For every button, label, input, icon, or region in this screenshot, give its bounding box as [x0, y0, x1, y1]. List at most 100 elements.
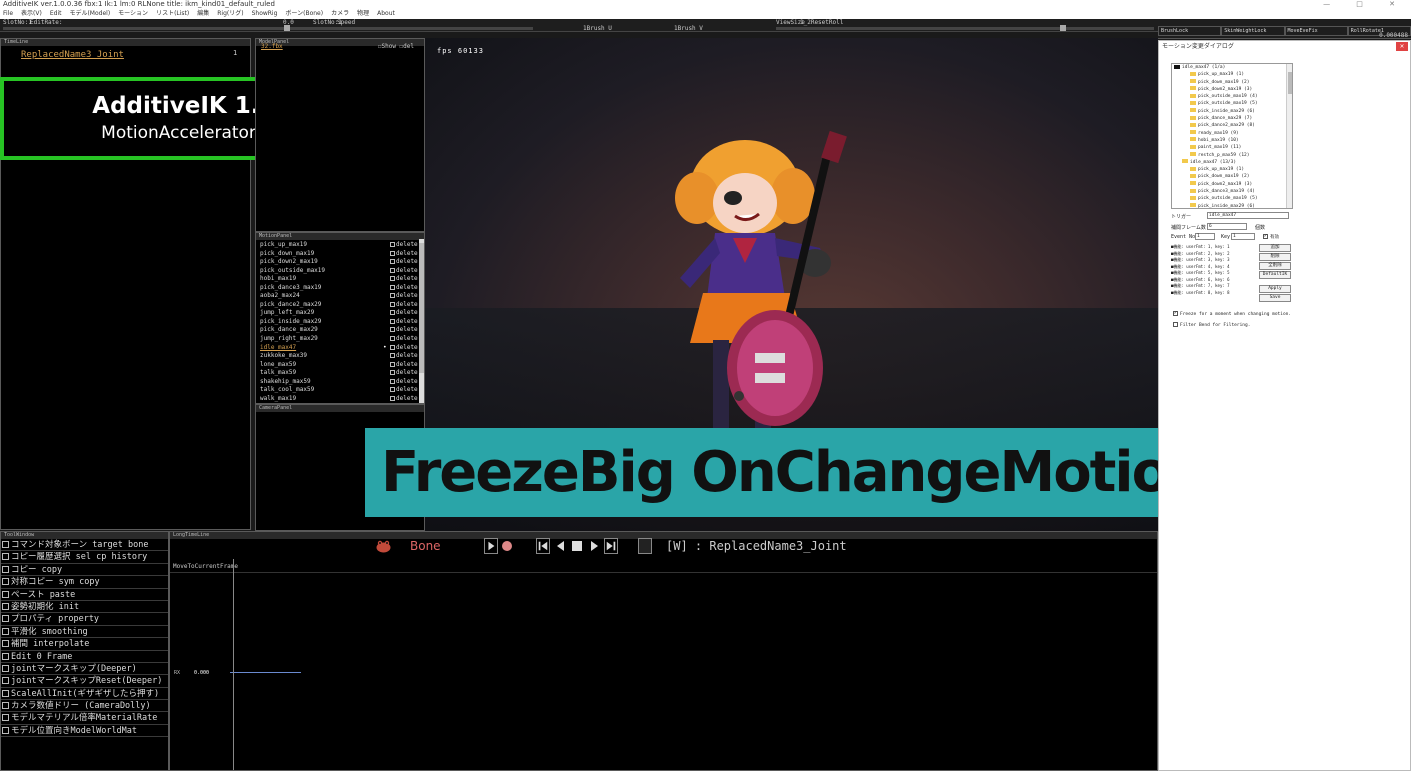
- motion-delete-checkbox[interactable]: delete: [390, 241, 418, 250]
- tool-item[interactable]: プロパティ property: [1, 613, 168, 626]
- play-icon[interactable]: [484, 538, 498, 554]
- motion-delete-checkbox[interactable]: delete: [390, 361, 418, 370]
- default-ik-button[interactable]: DefaultIK: [1259, 271, 1291, 279]
- motion-name[interactable]: pick_down2_max19: [260, 258, 318, 265]
- motion-list-item[interactable]: talk_cool_max59 delete: [260, 386, 418, 395]
- tree-item[interactable]: pick_outside_max19 (4): [1172, 93, 1292, 100]
- motion-delete-checkbox[interactable]: delete: [390, 335, 418, 344]
- menu-item[interactable]: File: [3, 10, 13, 17]
- first-frame-icon[interactable]: [536, 538, 550, 554]
- motion-name[interactable]: lone_max59: [260, 361, 296, 368]
- motion-name[interactable]: pick_up_max19: [260, 241, 307, 248]
- tool-checkbox[interactable]: [2, 627, 9, 635]
- timeline-bone-item[interactable]: ReplacedName3_Joint: [21, 50, 124, 60]
- motion-delete-checkbox[interactable]: delete: [390, 395, 418, 404]
- menu-item[interactable]: Edit: [50, 10, 62, 17]
- motion-delete-checkbox[interactable]: delete: [390, 250, 418, 259]
- tab-skinweight-lock[interactable]: SkinWeightLock: [1221, 26, 1285, 36]
- motion-name[interactable]: jump_right_max29: [260, 335, 318, 342]
- tree-item[interactable]: ready_max19 (9): [1172, 130, 1292, 137]
- tool-item[interactable]: Edit 0 Frame: [1, 651, 168, 663]
- tool-checkbox[interactable]: [2, 602, 9, 610]
- motion-name[interactable]: hobi_max19: [260, 275, 296, 282]
- motion-list-item[interactable]: shakehip_max59 delete: [260, 378, 418, 387]
- motion-delete-checkbox[interactable]: delete: [390, 369, 418, 378]
- motion-name[interactable]: pick_outside_max19: [260, 267, 325, 274]
- menu-item[interactable]: About: [377, 10, 395, 17]
- character-model[interactable]: [635, 128, 895, 468]
- motion-scrollbar[interactable]: [419, 239, 424, 403]
- tree-item[interactable]: hobi_max19 (10): [1172, 137, 1292, 144]
- motion-delete-checkbox[interactable]: delete: [390, 309, 418, 318]
- tool-item[interactable]: モデル位置向きModelWorldMat: [1, 725, 168, 738]
- motion-list-item[interactable]: pick_down_max19 delete: [260, 250, 418, 259]
- motion-delete-checkbox[interactable]: delete: [390, 378, 418, 387]
- tool-item[interactable]: ScaleAllInit(ギザギザしたら押す): [1, 688, 168, 701]
- motion-list-item[interactable]: pick_dance3_max19 delete: [260, 284, 418, 293]
- tree-item[interactable]: pick_inside_max29 (6): [1172, 203, 1292, 208]
- motion-name[interactable]: jump_left_max29: [260, 309, 314, 316]
- menu-item[interactable]: モーション: [118, 10, 148, 17]
- motion-name[interactable]: talk_max59: [260, 369, 296, 376]
- tree-item[interactable]: pick_up_max19 (1): [1172, 166, 1292, 173]
- motion-list-item[interactable]: zukkoke_max39 delete: [260, 352, 418, 361]
- event-table-row[interactable]: ■機能: userFmt: 8, key: 8: [1171, 290, 1263, 297]
- tool-checkbox[interactable]: [2, 640, 9, 648]
- tool-item[interactable]: 平滑化 smoothing: [1, 626, 168, 639]
- tool-item[interactable]: カメラ数値ドリー (CameraDolly): [1, 700, 168, 713]
- viewsize-slider[interactable]: [776, 27, 1154, 30]
- motion-list-item[interactable]: pick_dance_max29 delete: [260, 326, 418, 335]
- tool-checkbox[interactable]: [2, 652, 9, 660]
- motion-delete-checkbox[interactable]: delete: [390, 258, 418, 267]
- motion-delete-checkbox[interactable]: delete: [390, 318, 418, 327]
- tool-item[interactable]: コマンド対象ボーン target bone: [1, 539, 168, 552]
- viewsize-slider-knob[interactable]: [1060, 25, 1066, 31]
- curve-line[interactable]: [230, 672, 301, 673]
- motion-name[interactable]: idle_max47: [260, 344, 296, 351]
- tree-scrollbar[interactable]: [1286, 64, 1292, 208]
- motion-delete-checkbox[interactable]: delete: [390, 275, 418, 284]
- frame-input[interactable]: 6: [1207, 223, 1247, 230]
- motion-list-item[interactable]: pick_outside_max19 delete: [260, 267, 418, 276]
- menu-item[interactable]: ShowRig: [252, 10, 278, 17]
- tool-checkbox[interactable]: [2, 726, 9, 734]
- menu-item[interactable]: ボーン(Bone): [285, 10, 323, 17]
- tool-checkbox[interactable]: [2, 553, 9, 561]
- motion-delete-checkbox[interactable]: delete: [390, 344, 418, 353]
- freeze-checkbox[interactable]: Freeze for a moment when changing motion…: [1173, 310, 1291, 317]
- save-button[interactable]: Save: [1259, 294, 1291, 302]
- menu-item[interactable]: Rig(リグ): [217, 10, 243, 17]
- tree-item[interactable]: idle_max47 (1/a): [1172, 64, 1292, 71]
- motion-name[interactable]: talk_cool_max59: [260, 386, 314, 393]
- motion-list-item[interactable]: lone_max59 delete: [260, 361, 418, 370]
- tree-item[interactable]: pick_dance2_max29 (8): [1172, 122, 1292, 129]
- tree-item[interactable]: pick_down2_max19 (3): [1172, 181, 1292, 188]
- motion-delete-checkbox[interactable]: delete: [390, 386, 418, 395]
- tool-item[interactable]: コピー copy: [1, 564, 168, 577]
- tool-item[interactable]: 姿勢初期化 init: [1, 601, 168, 614]
- tree-item[interactable]: pick_outside_max19 (5): [1172, 195, 1292, 202]
- motion-name[interactable]: pick_down_max19: [260, 250, 314, 257]
- motion-name[interactable]: walk_max19: [260, 395, 296, 402]
- motion-list-item[interactable]: hobi_max19 delete: [260, 275, 418, 284]
- motion-list-item[interactable]: jump_right_max29 delete: [260, 335, 418, 344]
- menu-item[interactable]: 編集: [197, 10, 209, 17]
- motion-delete-checkbox[interactable]: delete: [390, 267, 418, 276]
- motion-list-item[interactable]: pick_down2_max19 delete: [260, 258, 418, 267]
- motion-delete-checkbox[interactable]: delete: [390, 292, 418, 301]
- delete-button[interactable]: 削除: [1259, 253, 1291, 261]
- tool-checkbox[interactable]: [2, 702, 9, 710]
- tool-item[interactable]: モデルマテリアル倍率MaterialRate: [1, 712, 168, 725]
- event-input[interactable]: 1: [1195, 233, 1215, 240]
- trigger-select[interactable]: idle_max47: [1207, 212, 1289, 219]
- tool-checkbox[interactable]: [2, 578, 9, 586]
- tool-checkbox[interactable]: [2, 664, 9, 672]
- motion-name[interactable]: pick_dance_max29: [260, 326, 318, 333]
- dialog-close-button[interactable]: ✕: [1396, 42, 1408, 51]
- tree-item[interactable]: pick_inside_max29 (6): [1172, 108, 1292, 115]
- tree-item[interactable]: idle_max47 (13/3): [1172, 159, 1292, 166]
- motion-delete-checkbox[interactable]: delete: [390, 301, 418, 310]
- tool-checkbox[interactable]: [2, 590, 9, 598]
- tool-checkbox[interactable]: [2, 677, 9, 685]
- filter-bend-checkbox[interactable]: Filter Bend for Filtering.: [1173, 322, 1250, 328]
